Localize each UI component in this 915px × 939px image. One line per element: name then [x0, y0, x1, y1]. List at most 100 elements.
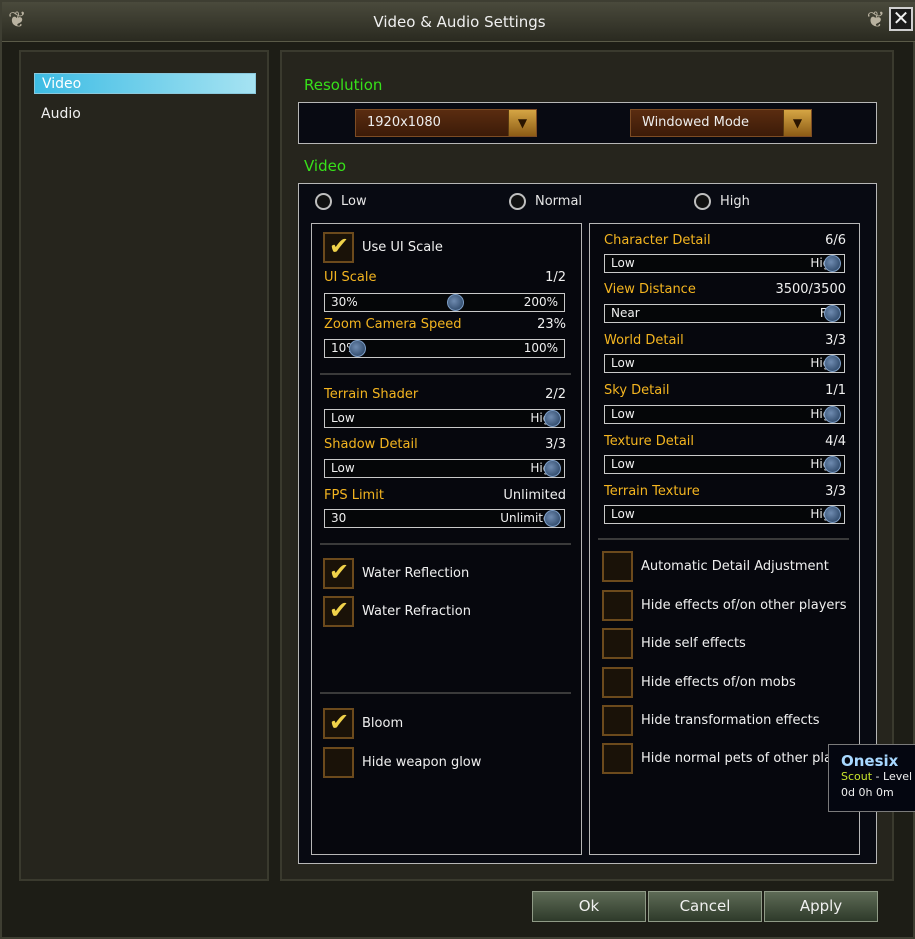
fps-limit-slider[interactable]: 30 Unlimited	[324, 509, 565, 528]
view-distance-value: 3500/3500	[775, 282, 846, 297]
checkmark-icon: ✔	[329, 232, 350, 260]
slider-knob[interactable]	[824, 456, 841, 473]
checkbox-icon	[602, 551, 633, 582]
preset-normal-radio[interactable]: Normal	[509, 193, 582, 210]
checkbox-icon	[602, 628, 633, 659]
terrain-texture-value: 3/3	[825, 484, 846, 499]
hide-transformation-checkbox[interactable]: Hide transformation effects	[602, 705, 819, 736]
sky-detail-value: 1/1	[825, 383, 846, 398]
apply-button[interactable]: Apply	[764, 891, 878, 922]
preset-high-radio[interactable]: High	[694, 193, 750, 210]
slider-min-label: Low	[611, 457, 635, 471]
player-name: Onesix	[841, 752, 899, 770]
resolution-box: 1920x1080 ▼ Windowed Mode ▼	[298, 102, 877, 144]
view-distance-slider[interactable]: Near Far	[604, 304, 845, 323]
radio-icon	[509, 193, 526, 210]
divider	[320, 543, 571, 545]
slider-min-label: Low	[611, 407, 635, 421]
slider-knob[interactable]	[544, 460, 561, 477]
slider-min-label: Low	[331, 461, 355, 475]
hide-effects-players-label: Hide effects of/on other players	[641, 598, 847, 613]
hide-weapon-glow-checkbox[interactable]: Hide weapon glow	[323, 747, 481, 778]
character-detail-slider[interactable]: Low High	[604, 254, 845, 273]
hide-self-effects-label: Hide self effects	[641, 636, 746, 651]
hide-pets-label: Hide normal pets of other players	[641, 751, 860, 766]
nav-item-video[interactable]: Video	[34, 73, 256, 94]
water-refraction-label: Water Refraction	[362, 604, 471, 619]
corner-ornament-right-icon: ❦	[866, 8, 885, 33]
shadow-detail-value: 3/3	[545, 437, 566, 452]
texture-detail-value: 4/4	[825, 434, 846, 449]
bloom-checkbox[interactable]: ✔ Bloom	[323, 708, 403, 739]
ui-scale-slider[interactable]: 30% 200%	[324, 293, 565, 312]
slider-min-label: Near	[611, 306, 640, 320]
close-button[interactable]: ✕	[889, 7, 913, 31]
world-detail-slider[interactable]: Low High	[604, 354, 845, 373]
use-ui-scale-checkbox[interactable]: ✔ Use UI Scale	[323, 232, 443, 263]
slider-max-label: 200%	[523, 295, 558, 309]
hide-effects-players-checkbox[interactable]: Hide effects of/on other players	[602, 590, 847, 621]
video-section-title: Video	[304, 157, 347, 175]
slider-knob[interactable]	[824, 506, 841, 523]
water-refraction-checkbox[interactable]: ✔ Water Refraction	[323, 596, 471, 627]
view-distance-label: View Distance	[604, 282, 696, 297]
checkbox-icon: ✔	[323, 708, 354, 739]
preset-low-label: Low	[341, 194, 367, 209]
world-detail-value: 3/3	[825, 333, 846, 348]
settings-nav: Video Audio	[19, 50, 269, 881]
slider-min-label: Low	[611, 256, 635, 270]
water-reflection-checkbox[interactable]: ✔ Water Reflection	[323, 558, 469, 589]
dropdown-arrow-icon: ▼	[783, 110, 811, 136]
player-level: - Level	[875, 770, 913, 783]
water-reflection-label: Water Reflection	[362, 566, 470, 581]
checkbox-icon: ✔	[323, 558, 354, 589]
slider-knob[interactable]	[544, 510, 561, 527]
preset-high-label: High	[720, 194, 750, 209]
sky-detail-slider[interactable]: Low High	[604, 405, 845, 424]
hide-pets-checkbox[interactable]: Hide normal pets of other players	[602, 743, 860, 774]
terrain-shader-slider[interactable]: Low High	[324, 409, 565, 428]
hide-self-effects-checkbox[interactable]: Hide self effects	[602, 628, 746, 659]
resolution-dropdown[interactable]: 1920x1080 ▼	[355, 109, 537, 137]
terrain-texture-slider[interactable]: Low High	[604, 505, 845, 524]
hide-weapon-glow-label: Hide weapon glow	[362, 755, 482, 770]
divider	[598, 538, 849, 540]
checkmark-icon: ✔	[329, 558, 350, 586]
video-settings-panel: Resolution 1920x1080 ▼ Windowed Mode ▼ V…	[280, 50, 894, 881]
bloom-label: Bloom	[362, 716, 404, 731]
video-box: Low Normal High ✔ Use UI Scale UI Scale 1…	[298, 183, 877, 864]
zoom-speed-slider[interactable]: 10% 100%	[324, 339, 565, 358]
checkbox-icon	[602, 667, 633, 698]
hide-effects-mobs-checkbox[interactable]: Hide effects of/on mobs	[602, 667, 796, 698]
player-time: 0d 0h 0m	[841, 786, 894, 799]
slider-knob[interactable]	[349, 340, 366, 357]
auto-detail-checkbox[interactable]: Automatic Detail Adjustment	[602, 551, 829, 582]
preset-low-radio[interactable]: Low	[315, 193, 367, 210]
slider-knob[interactable]	[824, 305, 841, 322]
slider-knob[interactable]	[824, 355, 841, 372]
ui-scale-label: UI Scale	[324, 270, 377, 285]
sky-detail-label: Sky Detail	[604, 383, 670, 398]
cancel-button[interactable]: Cancel	[648, 891, 762, 922]
checkbox-icon	[602, 705, 633, 736]
nav-item-audio[interactable]: Audio	[34, 104, 256, 125]
checkbox-icon	[602, 743, 633, 774]
radio-icon	[694, 193, 711, 210]
hide-transformation-label: Hide transformation effects	[641, 713, 820, 728]
slider-max-label: 100%	[523, 341, 558, 355]
ok-button[interactable]: Ok	[532, 891, 646, 922]
slider-min-label: Low	[331, 411, 355, 425]
title-bar[interactable]: ❦ Video & Audio Settings ❦ ✕	[2, 2, 915, 42]
slider-knob[interactable]	[824, 255, 841, 272]
zoom-speed-label: Zoom Camera Speed	[324, 317, 462, 332]
terrain-shader-value: 2/2	[545, 387, 566, 402]
slider-knob[interactable]	[446, 294, 464, 311]
slider-min-label: Low	[611, 356, 635, 370]
checkmark-icon: ✔	[329, 596, 350, 624]
slider-knob[interactable]	[824, 406, 841, 423]
slider-knob[interactable]	[544, 410, 561, 427]
window-mode-dropdown[interactable]: Windowed Mode ▼	[630, 109, 812, 137]
texture-detail-slider[interactable]: Low High	[604, 455, 845, 474]
shadow-detail-slider[interactable]: Low High	[324, 459, 565, 478]
checkmark-icon: ✔	[329, 708, 350, 736]
